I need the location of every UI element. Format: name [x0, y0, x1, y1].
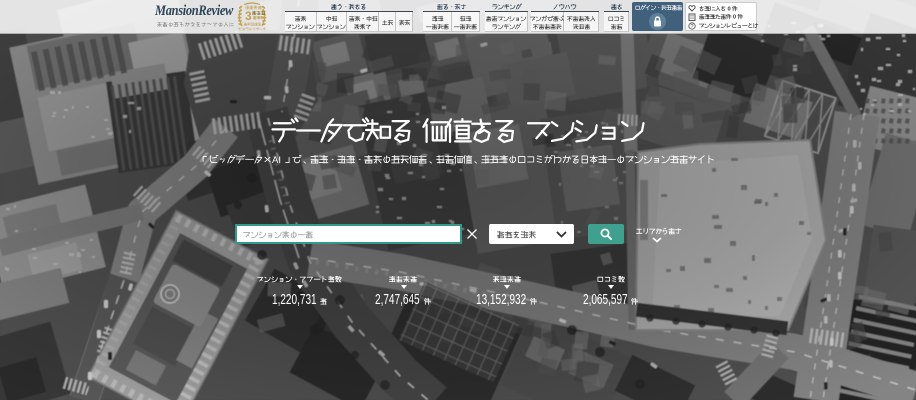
svg-text:AI: AI — [272, 155, 281, 166]
svg-text:0: 0 — [728, 6, 731, 12]
svg-text:?: ? — [691, 24, 694, 30]
svg-text:3: 3 — [245, 9, 252, 23]
svg-text:0: 0 — [733, 15, 736, 21]
